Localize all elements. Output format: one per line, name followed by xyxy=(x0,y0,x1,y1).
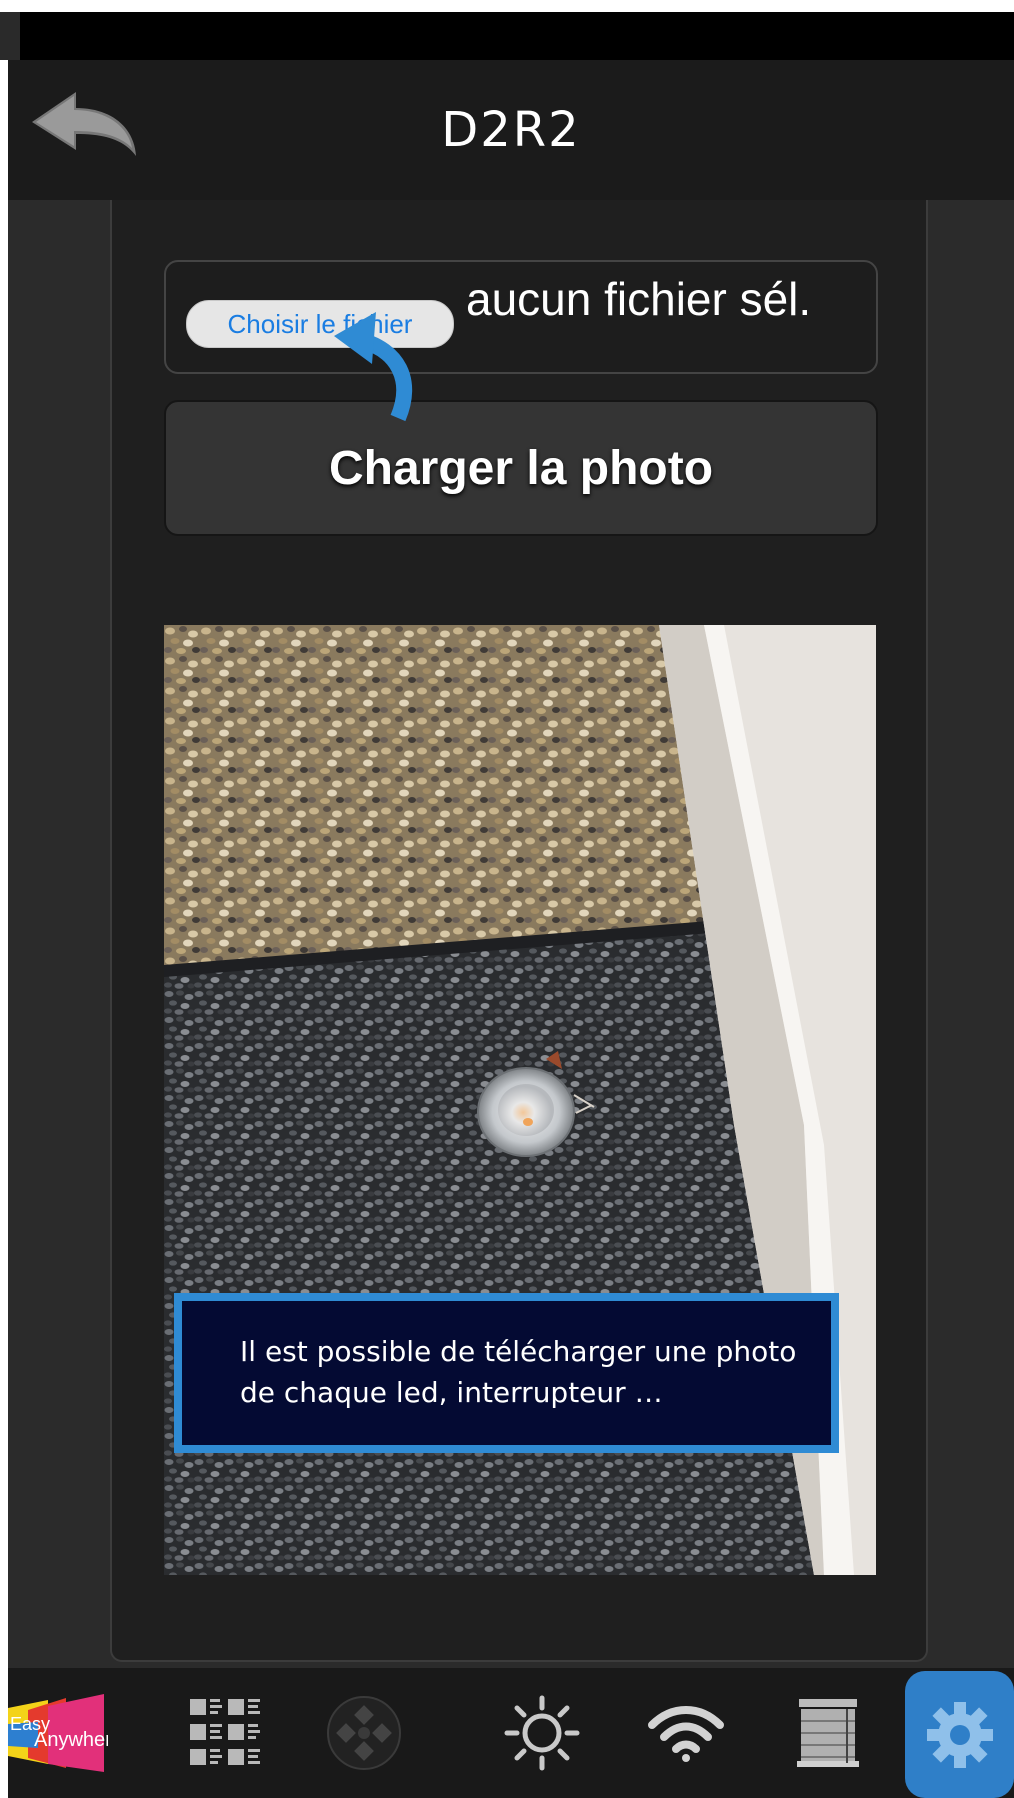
nav-grid-list[interactable] xyxy=(176,1668,276,1798)
app-screen: D2R2 Choisir le fichier aucun fichier sé… xyxy=(8,60,1014,1798)
nav-blinds[interactable] xyxy=(778,1668,878,1798)
nav-settings[interactable] xyxy=(905,1671,1014,1798)
caption-box: Il est possible de télécharger une photo… xyxy=(174,1293,839,1453)
content-panel: Choisir le fichier aucun fichier sél. Ch… xyxy=(110,200,928,1662)
status-strip xyxy=(0,0,1014,12)
file-input-box: Choisir le fichier aucun fichier sél. xyxy=(164,260,878,374)
page-title: D2R2 xyxy=(441,102,581,158)
gear-icon xyxy=(926,1701,993,1768)
sun-icon xyxy=(504,1695,580,1771)
back-arrow-icon xyxy=(32,92,136,156)
back-button[interactable] xyxy=(30,90,140,170)
wifi-icon xyxy=(648,1706,724,1762)
window-edge xyxy=(0,12,20,60)
top-black-bar xyxy=(20,12,1014,60)
logo-text-anywhere: Anywhere xyxy=(34,1729,108,1751)
caption-line-1: Il est possible de télécharger une photo xyxy=(240,1335,797,1368)
load-photo-button[interactable]: Charger la photo xyxy=(164,400,878,536)
choose-file-button[interactable]: Choisir le fichier xyxy=(186,300,454,348)
blinds-icon xyxy=(797,1699,859,1767)
nav-wifi[interactable] xyxy=(636,1668,736,1798)
caption-text: Il est possible de télécharger une photo… xyxy=(240,1331,800,1413)
nav-logo[interactable]: Easy Anywhere xyxy=(8,1668,108,1798)
header-bar: D2R2 xyxy=(8,60,1014,200)
nav-light[interactable] xyxy=(492,1668,592,1798)
no-file-status: aucun fichier sél. xyxy=(466,273,812,325)
led-photo: Il est possible de télécharger une photo… xyxy=(164,625,876,1575)
dpad-icon xyxy=(327,1696,401,1770)
easy-anywhere-logo: Easy Anywhere xyxy=(8,1694,108,1772)
grid-list-icon xyxy=(190,1699,260,1765)
bottom-nav: Easy Anywhere xyxy=(8,1668,1014,1798)
nav-dpad[interactable] xyxy=(314,1668,414,1798)
caption-line-2: de chaque led, interrupteur … xyxy=(240,1376,663,1409)
